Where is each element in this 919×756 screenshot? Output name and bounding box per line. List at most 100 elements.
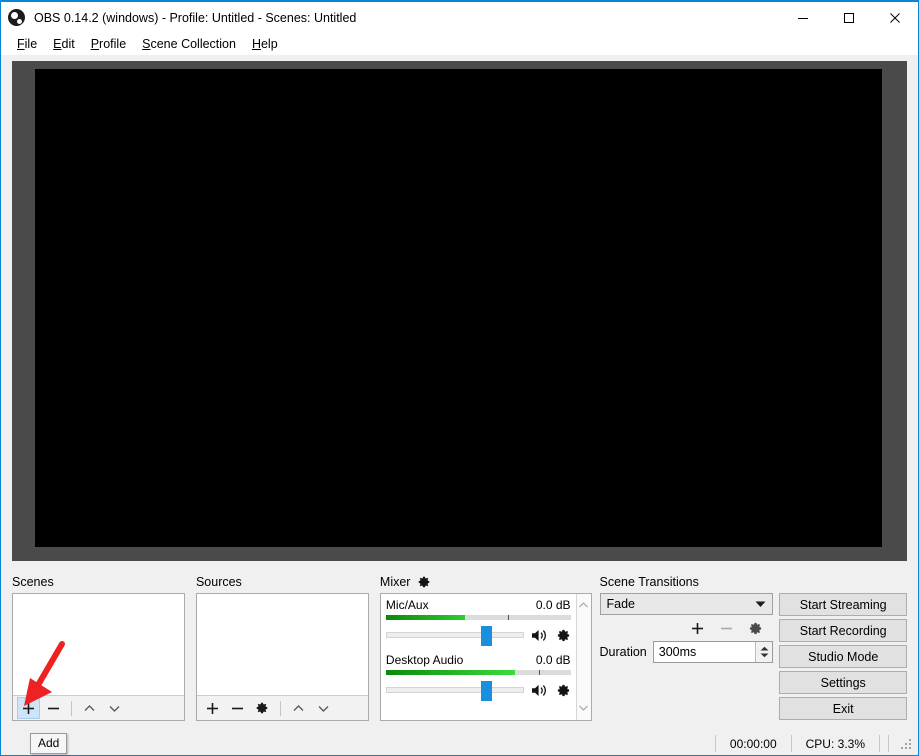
mixer-settings-gear-icon[interactable] <box>417 575 431 589</box>
mixer-mute-speaker-icon[interactable] <box>531 683 548 698</box>
mixer-title-row: Mixer <box>380 571 592 593</box>
chevron-down-icon <box>755 597 766 611</box>
studio-mode-button[interactable]: Studio Mode <box>779 645 907 668</box>
sources-panel <box>195 593 369 721</box>
menu-help-accel: H <box>251 37 261 51</box>
transition-select-value: Fade <box>606 597 636 611</box>
start-recording-button[interactable]: Start Recording <box>779 619 907 642</box>
mixer-channel-list: Mic/Aux 0.0 dB Desktop Audio 0.0 dB <box>381 594 576 720</box>
mixer-volume-slider[interactable] <box>385 626 524 646</box>
exit-button[interactable]: Exit <box>779 697 907 720</box>
preview-canvas[interactable] <box>35 69 882 547</box>
menu-file-label: ile <box>24 37 38 51</box>
mixer-volume-row <box>385 624 571 646</box>
sources-move-down-button[interactable] <box>312 697 335 719</box>
mixer-channel-header: Mic/Aux 0.0 dB <box>386 598 571 613</box>
start-streaming-button[interactable]: Start Streaming <box>779 593 907 616</box>
transition-add-button[interactable] <box>686 617 709 639</box>
mixer-scroll-up-icon[interactable] <box>578 597 589 615</box>
controls-dock: Start Streaming Start Recording Studio M… <box>779 571 907 732</box>
mixer-level-meter-fill <box>385 670 516 675</box>
menu-help-label: elp <box>260 37 278 51</box>
title-bar: OBS 0.14.2 (windows) - Profile: Untitled… <box>1 2 918 33</box>
duration-stepper[interactable] <box>755 642 773 662</box>
menu-edit-label: dit <box>61 37 75 51</box>
transition-button-bar <box>600 615 774 641</box>
obs-logo-icon <box>8 9 25 26</box>
minimize-button[interactable] <box>780 2 826 33</box>
scene-transitions-dock: Scene Transitions Fade Duration 300ms <box>599 571 774 732</box>
sources-properties-gear-icon[interactable] <box>251 697 274 719</box>
window-title: OBS 0.14.2 (windows) - Profile: Untitled… <box>34 10 357 25</box>
status-spacer-1 <box>879 735 888 752</box>
status-spacer-2 <box>888 735 897 752</box>
scenes-remove-button[interactable] <box>42 697 65 719</box>
scenes-dock: Scenes <box>12 571 185 732</box>
mixer-title: Mixer <box>379 575 411 589</box>
transition-properties-gear-icon[interactable] <box>744 617 767 639</box>
sources-bar-separator <box>279 700 281 716</box>
menu-file-accel: F <box>17 37 25 51</box>
mixer-volume-row <box>385 679 571 701</box>
sources-dock: Sources <box>195 571 369 732</box>
mixer-volume-slider-handle[interactable] <box>480 626 492 646</box>
controls-spacer <box>779 571 907 593</box>
scene-transitions-title: Scene Transitions <box>599 575 699 589</box>
sources-add-button[interactable] <box>201 697 224 719</box>
mixer-panel: Mic/Aux 0.0 dB Desktop Audio 0.0 dB <box>379 593 592 721</box>
sources-remove-button[interactable] <box>226 697 249 719</box>
transition-remove-button <box>715 617 738 639</box>
sources-list[interactable] <box>196 594 368 695</box>
scenes-move-down-button[interactable] <box>103 697 126 719</box>
mixer-channel-db: 0.0 dB <box>535 653 571 667</box>
mixer-level-meter-tick <box>539 670 541 675</box>
menu-profile[interactable]: Profile <box>83 35 134 53</box>
preview-frame <box>12 61 907 561</box>
dock-area: Scenes Sources Mixer Mic/Aux 0.0 dB Desk… <box>1 561 918 754</box>
mixer-channel-gear-icon[interactable] <box>556 683 571 698</box>
menu-edit-accel: E <box>53 37 62 51</box>
mixer-level-meter <box>385 670 571 675</box>
mixer-channel-header: Desktop Audio 0.0 dB <box>386 653 571 668</box>
close-button[interactable] <box>872 2 918 33</box>
mixer-level-meter <box>385 615 571 620</box>
mixer-channel-name: Mic/Aux <box>385 598 429 612</box>
duration-input[interactable]: 300ms <box>652 641 774 663</box>
mixer-channel-db: 0.0 dB <box>535 598 571 612</box>
menu-bar: File Edit Profile Scene Collection Help <box>1 33 918 55</box>
add-scene-tooltip: Add <box>30 733 68 754</box>
scenes-list[interactable] <box>13 594 184 695</box>
resize-grip[interactable] <box>901 737 914 750</box>
duration-value: 300ms <box>658 645 697 659</box>
menu-file[interactable]: File <box>9 35 45 53</box>
window-controls <box>780 2 918 33</box>
mixer-mute-speaker-icon[interactable] <box>531 628 548 643</box>
menu-profile-label: rofile <box>99 37 127 51</box>
mixer-scrollbar[interactable] <box>575 594 591 720</box>
mixer-channel-name: Desktop Audio <box>385 653 464 667</box>
scenes-button-bar <box>13 695 184 720</box>
menu-scene-collection[interactable]: Scene Collection <box>134 35 244 53</box>
mixer-scroll-down-icon[interactable] <box>578 699 589 717</box>
scenes-title: Scenes <box>12 575 54 589</box>
menu-edit[interactable]: Edit <box>45 35 83 53</box>
scenes-bar-separator <box>71 700 72 716</box>
mixer-channel-gear-icon[interactable] <box>556 628 571 643</box>
mixer-channel-desktop-audio: Desktop Audio 0.0 dB <box>385 653 571 701</box>
menu-help[interactable]: Help <box>244 35 286 53</box>
menu-profile-accel: P <box>90 37 100 51</box>
transition-select[interactable]: Fade <box>599 593 774 615</box>
scenes-add-button[interactable] <box>17 697 40 719</box>
mixer-volume-slider-handle[interactable] <box>480 681 492 701</box>
settings-button[interactable]: Settings <box>779 671 907 694</box>
maximize-button[interactable] <box>826 2 872 33</box>
scenes-move-up-button[interactable] <box>78 697 101 719</box>
mixer-volume-slider[interactable] <box>385 681 524 701</box>
scenes-panel <box>12 593 185 721</box>
sources-title: Sources <box>195 575 242 589</box>
status-cpu: CPU: 3.3% <box>790 735 879 752</box>
transition-duration-row: Duration 300ms <box>600 641 774 663</box>
mixer-channel-mic-aux: Mic/Aux 0.0 dB <box>385 598 571 646</box>
mixer-dock: Mixer Mic/Aux 0.0 dB Desktop Audio 0.0 d… <box>379 571 592 732</box>
sources-move-up-button[interactable] <box>287 697 310 719</box>
